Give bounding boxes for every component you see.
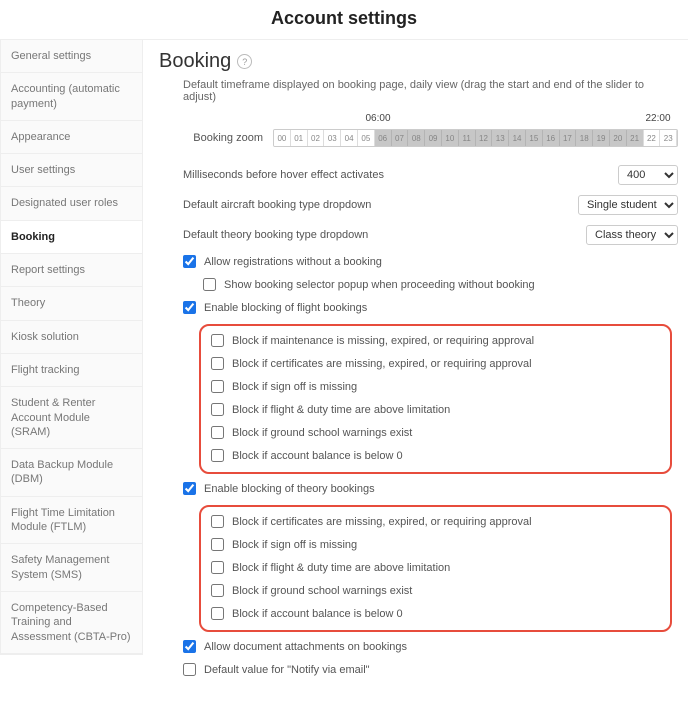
allow-registrations-checkbox[interactable] [183,255,196,268]
show-popup-check[interactable]: Show booking selector popup when proceed… [203,278,678,291]
aircraft-type-label: Default aircraft booking type dropdown [183,199,371,211]
slider-tick: 03 [324,130,341,146]
flight-block-checkbox[interactable] [211,380,224,393]
booking-zoom-slider[interactable]: 0001020304050607080910111213141516171819… [273,129,678,147]
notify-email-label: Default value for "Notify via email" [204,664,370,676]
sidebar-item[interactable]: Theory [1,287,142,320]
flight-block-label: Block if maintenance is missing, expired… [232,335,534,347]
notify-email-check[interactable]: Default value for "Notify via email" [183,663,678,676]
theory-type-label: Default theory booking type dropdown [183,229,368,241]
main-content: Booking ? Default timeframe displayed on… [143,40,688,706]
sidebar-item[interactable]: General settings [1,40,142,73]
flight-block-item[interactable]: Block if certificates are missing, expir… [211,357,660,370]
flight-block-checkbox[interactable] [211,449,224,462]
allow-attachments-checkbox[interactable] [183,640,196,653]
sidebar-item[interactable]: User settings [1,154,142,187]
theory-block-label: Block if sign off is missing [232,539,357,551]
theory-block-label: Block if certificates are missing, expir… [232,516,532,528]
flight-block-label: Block if ground school warnings exist [232,427,412,439]
slider-handle[interactable] [638,146,648,147]
time-label: 06:00 [365,113,390,124]
flight-block-label: Block if certificates are missing, expir… [232,358,532,370]
theory-blocks-box: Block if certificates are missing, expir… [199,505,672,632]
slider-tick: 01 [291,130,308,146]
slider-tick: 02 [308,130,325,146]
theory-block-label: Block if ground school warnings exist [232,585,412,597]
slider-tick: 00 [274,130,291,146]
slider-tick: 22 [644,130,661,146]
flight-block-label: Block if sign off is missing [232,381,357,393]
allow-attachments-label: Allow document attachments on bookings [204,641,407,653]
theory-block-label: Block if account balance is below 0 [232,608,403,620]
sidebar-item[interactable]: Flight tracking [1,354,142,387]
enable-flight-block-label: Enable blocking of flight bookings [204,302,367,314]
help-icon[interactable]: ? [237,54,252,69]
time-label: 22:00 [645,113,670,124]
sidebar-item[interactable]: Accounting (automatic payment) [1,73,142,121]
theory-type-row: Default theory booking type dropdown Cla… [183,225,678,245]
timeframe-note: Default timeframe displayed on booking p… [183,79,678,103]
sidebar-item[interactable]: Safety Management System (SMS) [1,544,142,592]
aircraft-type-row: Default aircraft booking type dropdown S… [183,195,678,215]
sidebar-item[interactable]: Kiosk solution [1,321,142,354]
hover-ms-select[interactable]: 400 [618,165,678,185]
theory-block-checkbox[interactable] [211,584,224,597]
sidebar-item[interactable]: Appearance [1,121,142,154]
enable-flight-block-check[interactable]: Enable blocking of flight bookings [183,301,678,314]
slider-tick: 04 [341,130,358,146]
section-title: Booking [159,50,231,73]
flight-block-checkbox[interactable] [211,334,224,347]
hover-ms-row: Milliseconds before hover effect activat… [183,165,678,185]
theory-block-item[interactable]: Block if sign off is missing [211,538,660,551]
show-popup-checkbox[interactable] [203,278,216,291]
flight-block-label: Block if flight & duty time are above li… [232,404,450,416]
slider-selection[interactable] [375,130,644,146]
hover-ms-label: Milliseconds before hover effect activat… [183,169,384,181]
theory-type-select[interactable]: Class theory [586,225,678,245]
flight-block-checkbox[interactable] [211,403,224,416]
sidebar-item[interactable]: Competency-Based Training and Assessment… [1,592,142,654]
theory-block-checkbox[interactable] [211,538,224,551]
theory-block-checkbox[interactable] [211,607,224,620]
show-popup-label: Show booking selector popup when proceed… [224,279,535,291]
theory-block-item[interactable]: Block if account balance is below 0 [211,607,660,620]
slider-tick: 23 [660,130,677,146]
slider-handle[interactable] [638,129,648,130]
flight-block-checkbox[interactable] [211,357,224,370]
zoom-label: Booking zoom [183,132,263,144]
sidebar-item[interactable]: Student & Renter Account Module (SRAM) [1,387,142,449]
slider-tick: 05 [358,130,375,146]
flight-block-item[interactable]: Block if maintenance is missing, expired… [211,334,660,347]
flight-block-item[interactable]: Block if account balance is below 0 [211,449,660,462]
allow-registrations-check[interactable]: Allow registrations without a booking [183,255,678,268]
notify-email-checkbox[interactable] [183,663,196,676]
flight-blocks-box: Block if maintenance is missing, expired… [199,324,672,474]
theory-block-checkbox[interactable] [211,515,224,528]
flight-block-label: Block if account balance is below 0 [232,450,403,462]
theory-block-label: Block if flight & duty time are above li… [232,562,450,574]
page-title: Account settings [0,0,688,39]
theory-block-item[interactable]: Block if ground school warnings exist [211,584,660,597]
allow-registrations-label: Allow registrations without a booking [204,256,382,268]
slider-handle[interactable] [370,146,380,147]
flight-block-item[interactable]: Block if flight & duty time are above li… [211,403,660,416]
sidebar-item[interactable]: Report settings [1,254,142,287]
aircraft-type-select[interactable]: Single student [578,195,678,215]
flight-block-item[interactable]: Block if ground school warnings exist [211,426,660,439]
time-labels: 06:00 22:00 [183,113,678,127]
enable-theory-block-check[interactable]: Enable blocking of theory bookings [183,482,678,495]
sidebar-item[interactable]: Booking [1,221,142,254]
slider-handle[interactable] [370,129,380,130]
enable-theory-block-label: Enable blocking of theory bookings [204,483,375,495]
sidebar-item[interactable]: Flight Time Limitation Module (FTLM) [1,497,142,545]
theory-block-item[interactable]: Block if certificates are missing, expir… [211,515,660,528]
timeframe-control: 06:00 22:00 Booking zoom 0001020304050607… [183,113,678,147]
allow-attachments-check[interactable]: Allow document attachments on bookings [183,640,678,653]
enable-theory-block-checkbox[interactable] [183,482,196,495]
flight-block-item[interactable]: Block if sign off is missing [211,380,660,393]
sidebar-item[interactable]: Data Backup Module (DBM) [1,449,142,497]
sidebar-item[interactable]: Designated user roles [1,187,142,220]
flight-block-checkbox[interactable] [211,426,224,439]
enable-flight-block-checkbox[interactable] [183,301,196,314]
